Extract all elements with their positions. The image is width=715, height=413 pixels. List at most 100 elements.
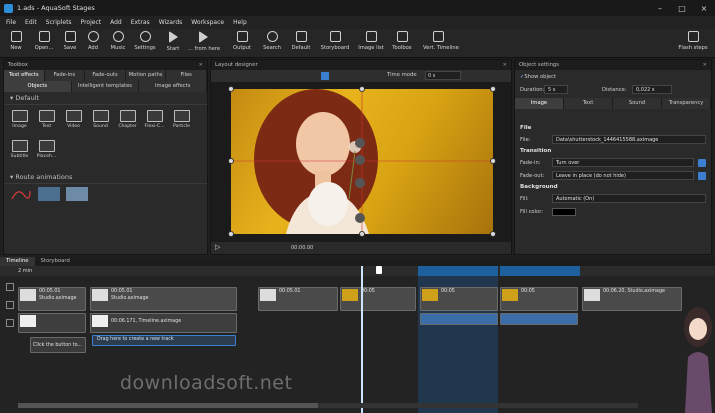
file-path-field[interactable]: Data\shutterstock_1446415588.aximage	[552, 135, 706, 144]
menu-wizards[interactable]: Wizards	[159, 19, 183, 26]
motion-path-point[interactable]	[355, 213, 365, 223]
fill-color-swatch[interactable]	[552, 207, 576, 216]
resize-handle-bottom-left[interactable]	[228, 231, 234, 237]
motion-path-point[interactable]	[355, 178, 365, 188]
resize-handle-bottom[interactable]	[359, 231, 365, 237]
menu-project[interactable]: Project	[81, 19, 102, 26]
clip[interactable]	[500, 313, 578, 325]
object-flexi-collage[interactable]: Flexi-C...	[141, 108, 168, 138]
playhead[interactable]	[361, 266, 363, 413]
drop-zone-new-track[interactable]: Drag here to create a new track	[92, 335, 236, 346]
storyboard-button[interactable]: Storyboard	[320, 31, 350, 51]
tab-fade-ins[interactable]: Fade-ins	[45, 70, 86, 81]
tab-transparency[interactable]: Transparency	[662, 98, 711, 109]
close-icon[interactable]: ×	[503, 60, 507, 70]
close-icon[interactable]: ×	[693, 4, 715, 13]
search-button[interactable]: Search	[257, 31, 287, 51]
clip[interactable]: 00:06.20, Studio.aximage	[582, 287, 682, 311]
clip[interactable]: 00:05.01 Studio.aximage	[90, 287, 237, 311]
object-video[interactable]: Video	[60, 108, 87, 138]
route-map-icon[interactable]	[38, 187, 60, 201]
flash-steps-button[interactable]: Flash steps	[678, 31, 708, 51]
clip[interactable]: 00:05	[340, 287, 416, 311]
motion-path-point[interactable]	[355, 138, 365, 148]
marker-icon[interactable]	[376, 266, 382, 274]
clip[interactable]: 00:05.01 Studio.aximage	[18, 287, 86, 311]
scrollbar-thumb[interactable]	[18, 403, 318, 408]
resize-handle-right[interactable]	[490, 158, 496, 164]
tab-files[interactable]: Files	[166, 70, 207, 81]
menu-scriplets[interactable]: Scriplets	[46, 19, 72, 26]
menu-file[interactable]: File	[6, 19, 16, 26]
route-curve-icon[interactable]	[10, 187, 32, 203]
resize-handle-left[interactable]	[228, 158, 234, 164]
image-list-button[interactable]: Image list	[356, 31, 386, 51]
output-button[interactable]: Output	[227, 31, 257, 51]
minimize-icon[interactable]: –	[649, 4, 671, 13]
motion-path-point[interactable]	[355, 155, 365, 165]
clip[interactable]: Click the button to...	[30, 337, 86, 353]
menu-edit[interactable]: Edit	[25, 19, 37, 26]
resize-handle-top[interactable]	[359, 86, 365, 92]
object-image[interactable]: Image	[6, 108, 33, 138]
fade-in-select[interactable]: Turn over	[552, 158, 694, 167]
object-particle[interactable]: Particle	[168, 108, 195, 138]
new-button[interactable]: New	[1, 31, 31, 51]
track-icon[interactable]	[6, 301, 14, 309]
resize-handle-bottom-right[interactable]	[490, 231, 496, 237]
distance-field[interactable]: 0,022 s	[632, 85, 672, 94]
default-layout-button[interactable]: Default	[286, 31, 316, 51]
timeline-scrollbar[interactable]	[18, 403, 638, 408]
fade-in-checkbox[interactable]	[698, 158, 706, 167]
clip[interactable]	[18, 313, 86, 333]
tab-intelligent-templates[interactable]: Intelligent templates	[72, 81, 140, 92]
close-icon[interactable]: ×	[703, 60, 707, 70]
clip[interactable]: 00:05.01	[258, 287, 338, 311]
tab-motion-paths[interactable]: Motion paths	[126, 70, 167, 81]
fade-out-checkbox[interactable]	[698, 171, 706, 180]
vertical-timeline-button[interactable]: Vert. Timeline	[423, 31, 459, 51]
tab-text[interactable]: Text	[564, 98, 613, 109]
route-globe-icon[interactable]	[66, 187, 88, 201]
resize-handle-top-left[interactable]	[228, 86, 234, 92]
timeline-ruler[interactable]: 2 min	[0, 266, 715, 276]
section-default[interactable]: ▾ Default	[4, 92, 207, 105]
tab-text-effects[interactable]: Text effects	[4, 70, 45, 81]
menu-help[interactable]: Help	[233, 19, 247, 26]
clip[interactable]: 00:06.171, Timeline.aximage	[90, 313, 237, 333]
duration-field[interactable]: 5 s	[544, 85, 568, 94]
lock-icon[interactable]	[6, 283, 14, 291]
menu-add[interactable]: Add	[110, 19, 122, 26]
object-subtitle[interactable]: Subtitle	[6, 138, 33, 168]
snap-icon[interactable]	[321, 72, 329, 80]
object-text[interactable]: Text	[33, 108, 60, 138]
tab-image-effects[interactable]: Image effects	[139, 81, 208, 92]
time-mode-select[interactable]: 0 s	[425, 71, 461, 80]
section-route-animations[interactable]: ▾ Route animations	[4, 171, 207, 184]
show-object-row[interactable]: ✓ Show object	[515, 70, 711, 83]
settings-button[interactable]: Settings	[130, 31, 160, 51]
tab-fade-outs[interactable]: Fade-outs	[85, 70, 126, 81]
fade-out-select[interactable]: Leave in place (do not hide)	[552, 171, 694, 180]
menu-workspace[interactable]: Workspace	[191, 19, 224, 26]
toolbox-button[interactable]: Toolbox	[387, 31, 417, 51]
tab-image[interactable]: Image	[515, 98, 564, 109]
start-button[interactable]: Start	[158, 31, 188, 52]
menu-extras[interactable]: Extras	[131, 19, 150, 26]
resize-handle-top-right[interactable]	[490, 86, 496, 92]
track-icon[interactable]	[6, 319, 14, 327]
fill-select[interactable]: Automatic (On)	[552, 194, 706, 203]
play-from-here-button[interactable]: ... from here	[188, 31, 220, 52]
play-icon[interactable]: ▷	[215, 243, 220, 251]
clip[interactable]: 00:05	[420, 287, 498, 311]
object-chapter[interactable]: Chapter	[114, 108, 141, 138]
close-icon[interactable]: ×	[199, 60, 203, 70]
tab-objects[interactable]: Objects	[4, 81, 72, 92]
maximize-icon[interactable]: □	[671, 4, 693, 13]
object-sound[interactable]: Sound	[87, 108, 114, 138]
clip[interactable]	[420, 313, 498, 325]
tab-storyboard[interactable]: Storyboard	[35, 257, 76, 266]
tab-timeline[interactable]: Timeline	[0, 257, 35, 266]
clip[interactable]: 00:05	[500, 287, 578, 311]
object-placeholder[interactable]: Placeh...	[33, 138, 60, 168]
